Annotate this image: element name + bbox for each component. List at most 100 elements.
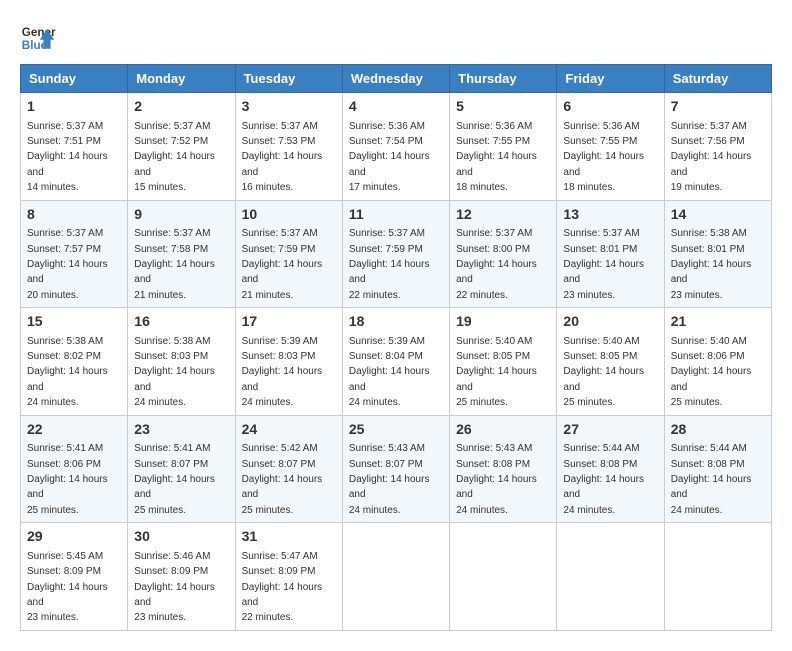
calendar-week-4: 22 Sunrise: 5:41 AMSunset: 8:06 PMDayligh… xyxy=(21,415,772,523)
calendar-week-2: 8 Sunrise: 5:37 AMSunset: 7:57 PMDaylight… xyxy=(21,200,772,308)
day-info: Sunrise: 5:36 AMSunset: 7:54 PMDaylight:… xyxy=(349,121,430,194)
calendar-cell xyxy=(450,523,557,631)
calendar-week-1: 1Sunrise: 5:37 AMSunset: 7:51 PMDaylight… xyxy=(21,93,772,201)
calendar-cell: 14Sunrise: 5:38 AMSunset: 8:01 PMDayligh… xyxy=(664,200,771,308)
day-info: Sunrise: 5:36 AMSunset: 7:55 PMDaylight:… xyxy=(456,121,537,194)
day-info: Sunrise: 5:41 AMSunset: 8:07 PMDaylight:… xyxy=(134,443,215,516)
day-number: 19 xyxy=(456,312,550,332)
calendar-cell: 30Sunrise: 5:46 AMSunset: 8:09 PMDayligh… xyxy=(128,523,235,631)
day-number: 17 xyxy=(242,312,336,332)
calendar-cell: 1Sunrise: 5:37 AMSunset: 7:51 PMDaylight… xyxy=(21,93,128,201)
day-number: 22 xyxy=(27,420,121,440)
day-number: 23 xyxy=(134,420,228,440)
calendar-cell: 21Sunrise: 5:40 AMSunset: 8:06 PMDayligh… xyxy=(664,308,771,416)
day-number: 28 xyxy=(671,420,765,440)
day-number: 29 xyxy=(27,527,121,547)
logo-icon: General Blue xyxy=(20,20,56,56)
header: General Blue xyxy=(20,20,772,56)
calendar-cell: 17 Sunrise: 5:39 AMSunset: 8:03 PMDayligh… xyxy=(235,308,342,416)
day-info: Sunrise: 5:39 AMSunset: 8:04 PMDaylight:… xyxy=(349,336,430,409)
calendar-cell: 29 Sunrise: 5:45 AMSunset: 8:09 PMDayligh… xyxy=(21,523,128,631)
day-info: Sunrise: 5:37 AMSunset: 8:00 PMDaylight:… xyxy=(456,228,537,301)
calendar-cell: 31 Sunrise: 5:47 AMSunset: 8:09 PMDayligh… xyxy=(235,523,342,631)
calendar-cell: 24 Sunrise: 5:42 AMSunset: 8:07 PMDayligh… xyxy=(235,415,342,523)
calendar-cell: 11Sunrise: 5:37 AMSunset: 7:59 PMDayligh… xyxy=(342,200,449,308)
calendar-cell: 28 Sunrise: 5:44 AMSunset: 8:08 PMDayligh… xyxy=(664,415,771,523)
calendar-cell: 23 Sunrise: 5:41 AMSunset: 8:07 PMDayligh… xyxy=(128,415,235,523)
day-number: 10 xyxy=(242,205,336,225)
day-number: 13 xyxy=(563,205,657,225)
day-info: Sunrise: 5:37 AMSunset: 7:51 PMDaylight:… xyxy=(27,121,108,194)
day-number: 9 xyxy=(134,205,228,225)
calendar-cell: 13 Sunrise: 5:37 AMSunset: 8:01 PMDayligh… xyxy=(557,200,664,308)
calendar-body: 1Sunrise: 5:37 AMSunset: 7:51 PMDaylight… xyxy=(21,93,772,631)
day-info: Sunrise: 5:38 AMSunset: 8:03 PMDaylight:… xyxy=(134,336,215,409)
calendar-cell: 18Sunrise: 5:39 AMSunset: 8:04 PMDayligh… xyxy=(342,308,449,416)
calendar-cell: 22 Sunrise: 5:41 AMSunset: 8:06 PMDayligh… xyxy=(21,415,128,523)
calendar-table: SundayMondayTuesdayWednesdayThursdayFrid… xyxy=(20,64,772,631)
day-info: Sunrise: 5:42 AMSunset: 8:07 PMDaylight:… xyxy=(242,443,323,516)
day-info: Sunrise: 5:38 AMSunset: 8:01 PMDaylight:… xyxy=(671,228,752,301)
calendar-cell: 16Sunrise: 5:38 AMSunset: 8:03 PMDayligh… xyxy=(128,308,235,416)
day-info: Sunrise: 5:39 AMSunset: 8:03 PMDaylight:… xyxy=(242,336,323,409)
day-info: Sunrise: 5:43 AMSunset: 8:07 PMDaylight:… xyxy=(349,443,430,516)
weekday-header-thursday: Thursday xyxy=(450,65,557,93)
day-info: Sunrise: 5:37 AMSunset: 7:57 PMDaylight:… xyxy=(27,228,108,301)
logo: General Blue xyxy=(20,20,56,56)
weekday-header-monday: Monday xyxy=(128,65,235,93)
calendar-cell: 26 Sunrise: 5:43 AMSunset: 8:08 PMDayligh… xyxy=(450,415,557,523)
day-info: Sunrise: 5:37 AMSunset: 7:56 PMDaylight:… xyxy=(671,121,752,194)
day-number: 12 xyxy=(456,205,550,225)
calendar-cell: 2 Sunrise: 5:37 AMSunset: 7:52 PMDaylight… xyxy=(128,93,235,201)
calendar-cell: 7 Sunrise: 5:37 AMSunset: 7:56 PMDaylight… xyxy=(664,93,771,201)
day-info: Sunrise: 5:43 AMSunset: 8:08 PMDaylight:… xyxy=(456,443,537,516)
day-info: Sunrise: 5:44 AMSunset: 8:08 PMDaylight:… xyxy=(671,443,752,516)
day-info: Sunrise: 5:37 AMSunset: 7:53 PMDaylight:… xyxy=(242,121,323,194)
day-info: Sunrise: 5:38 AMSunset: 8:02 PMDaylight:… xyxy=(27,336,108,409)
calendar-cell: 8 Sunrise: 5:37 AMSunset: 7:57 PMDaylight… xyxy=(21,200,128,308)
weekday-header-row: SundayMondayTuesdayWednesdayThursdayFrid… xyxy=(21,65,772,93)
weekday-header-friday: Friday xyxy=(557,65,664,93)
calendar-cell: 19 Sunrise: 5:40 AMSunset: 8:05 PMDayligh… xyxy=(450,308,557,416)
calendar-week-3: 15Sunrise: 5:38 AMSunset: 8:02 PMDayligh… xyxy=(21,308,772,416)
day-info: Sunrise: 5:37 AMSunset: 7:59 PMDaylight:… xyxy=(242,228,323,301)
day-number: 2 xyxy=(134,97,228,117)
calendar-cell: 20 Sunrise: 5:40 AMSunset: 8:05 PMDayligh… xyxy=(557,308,664,416)
day-info: Sunrise: 5:40 AMSunset: 8:05 PMDaylight:… xyxy=(456,336,537,409)
day-info: Sunrise: 5:45 AMSunset: 8:09 PMDaylight:… xyxy=(27,551,108,624)
calendar-cell: 6Sunrise: 5:36 AMSunset: 7:55 PMDaylight… xyxy=(557,93,664,201)
day-number: 20 xyxy=(563,312,657,332)
day-info: Sunrise: 5:37 AMSunset: 7:59 PMDaylight:… xyxy=(349,228,430,301)
weekday-header-tuesday: Tuesday xyxy=(235,65,342,93)
day-info: Sunrise: 5:40 AMSunset: 8:05 PMDaylight:… xyxy=(563,336,644,409)
calendar-cell: 5Sunrise: 5:36 AMSunset: 7:55 PMDaylight… xyxy=(450,93,557,201)
calendar-cell: 3 Sunrise: 5:37 AMSunset: 7:53 PMDaylight… xyxy=(235,93,342,201)
day-number: 25 xyxy=(349,420,443,440)
day-number: 26 xyxy=(456,420,550,440)
day-number: 27 xyxy=(563,420,657,440)
calendar-cell: 10 Sunrise: 5:37 AMSunset: 7:59 PMDayligh… xyxy=(235,200,342,308)
day-number: 30 xyxy=(134,527,228,547)
day-info: Sunrise: 5:37 AMSunset: 7:52 PMDaylight:… xyxy=(134,121,215,194)
calendar-cell: 27 Sunrise: 5:44 AMSunset: 8:08 PMDayligh… xyxy=(557,415,664,523)
day-info: Sunrise: 5:37 AMSunset: 8:01 PMDaylight:… xyxy=(563,228,644,301)
day-number: 7 xyxy=(671,97,765,117)
calendar-cell: 15Sunrise: 5:38 AMSunset: 8:02 PMDayligh… xyxy=(21,308,128,416)
day-info: Sunrise: 5:44 AMSunset: 8:08 PMDaylight:… xyxy=(563,443,644,516)
calendar-cell: 9Sunrise: 5:37 AMSunset: 7:58 PMDaylight… xyxy=(128,200,235,308)
day-number: 3 xyxy=(242,97,336,117)
calendar-cell: 25 Sunrise: 5:43 AMSunset: 8:07 PMDayligh… xyxy=(342,415,449,523)
calendar-cell: 4Sunrise: 5:36 AMSunset: 7:54 PMDaylight… xyxy=(342,93,449,201)
day-number: 24 xyxy=(242,420,336,440)
day-info: Sunrise: 5:41 AMSunset: 8:06 PMDaylight:… xyxy=(27,443,108,516)
calendar-cell xyxy=(664,523,771,631)
day-info: Sunrise: 5:47 AMSunset: 8:09 PMDaylight:… xyxy=(242,551,323,624)
weekday-header-wednesday: Wednesday xyxy=(342,65,449,93)
calendar-cell: 12 Sunrise: 5:37 AMSunset: 8:00 PMDayligh… xyxy=(450,200,557,308)
day-number: 6 xyxy=(563,97,657,117)
day-number: 8 xyxy=(27,205,121,225)
calendar-week-5: 29 Sunrise: 5:45 AMSunset: 8:09 PMDayligh… xyxy=(21,523,772,631)
day-number: 21 xyxy=(671,312,765,332)
calendar-cell xyxy=(342,523,449,631)
day-number: 31 xyxy=(242,527,336,547)
